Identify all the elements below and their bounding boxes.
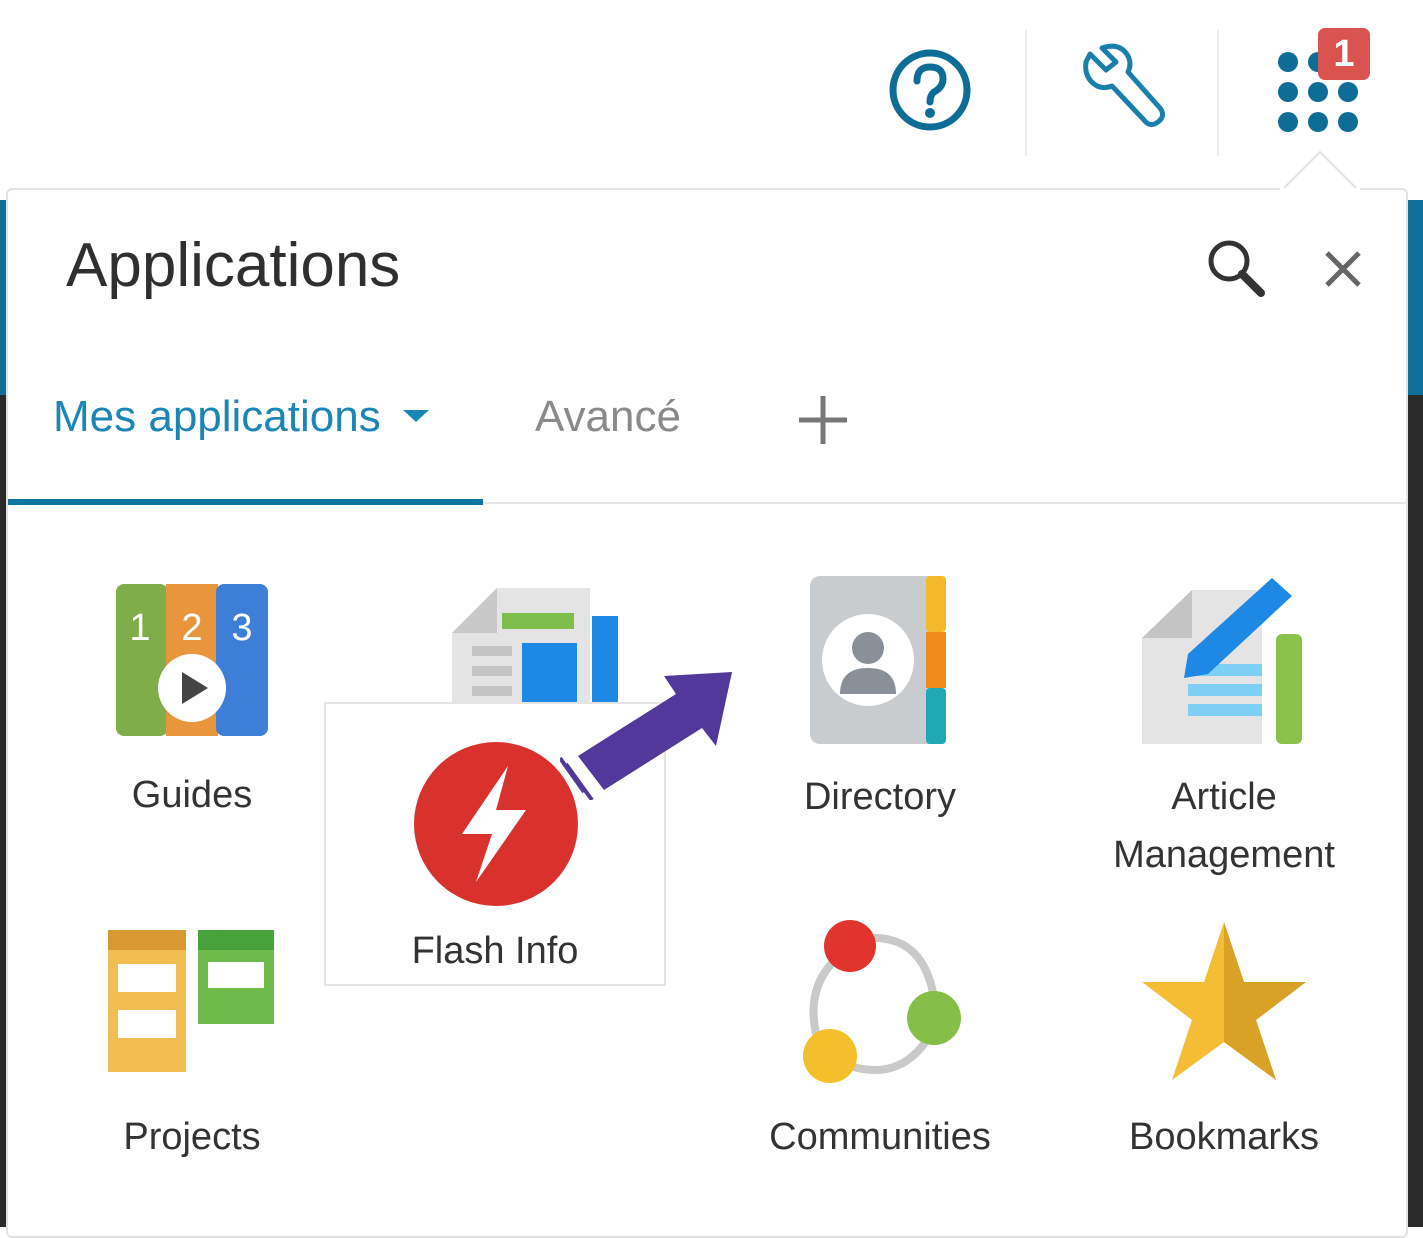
- app-directory[interactable]: Directory: [730, 576, 1030, 826]
- panel-pointer: [1280, 150, 1360, 192]
- help-button[interactable]: [880, 40, 980, 140]
- article-management-icon: [1142, 578, 1302, 744]
- page-background-strip: [1408, 200, 1423, 395]
- tab-mes-applications[interactable]: Mes applications: [53, 392, 429, 442]
- panel-title: Applications: [66, 231, 401, 300]
- top-toolbar: 1: [0, 0, 1423, 190]
- svg-text:2: 2: [181, 607, 202, 649]
- flash-info-icon: [414, 742, 578, 906]
- bookmarks-icon: [1142, 922, 1306, 1080]
- add-tab-button[interactable]: [793, 390, 853, 450]
- active-tab-indicator: [8, 499, 483, 505]
- app-label: Bookmarks: [1128, 1116, 1320, 1158]
- app-article-management[interactable]: Article Management: [1074, 576, 1374, 886]
- guides-icon: 1 2 3: [116, 584, 268, 736]
- app-guides[interactable]: 1 2 3 Guides: [42, 580, 342, 830]
- app-projects[interactable]: Projects: [42, 928, 342, 1188]
- help-circle-icon: [889, 49, 971, 131]
- tab-avance[interactable]: Avancé: [535, 392, 681, 442]
- directory-icon: [810, 576, 946, 744]
- app-tabs: Mes applications Avancé: [8, 380, 1406, 505]
- communities-icon: [803, 920, 961, 1083]
- app-label: Projects: [123, 1116, 261, 1158]
- plus-icon: [799, 396, 847, 444]
- tab-label: Mes applications: [53, 392, 381, 441]
- toolbar-divider: [1217, 30, 1219, 156]
- drag-arrow-icon: [560, 672, 732, 800]
- search-icon: [1208, 240, 1265, 297]
- notification-badge: 1: [1318, 28, 1370, 80]
- projects-icon: [108, 930, 274, 1072]
- app-label: Article: [1171, 776, 1277, 818]
- svg-text:1: 1: [129, 607, 150, 649]
- app-label: Communities: [769, 1116, 991, 1158]
- app-bookmarks[interactable]: Bookmarks: [1074, 918, 1374, 1188]
- app-communities[interactable]: Communities: [730, 918, 1030, 1188]
- settings-button[interactable]: [1074, 40, 1174, 140]
- toolbar-divider: [1025, 30, 1027, 156]
- search-button[interactable]: [1196, 228, 1276, 308]
- app-label-line2: Management: [1113, 834, 1335, 876]
- close-button[interactable]: [1308, 234, 1378, 304]
- chevron-down-icon: [402, 410, 429, 423]
- wrench-icon: [1083, 43, 1166, 128]
- close-icon: [1325, 251, 1361, 287]
- app-label: Directory: [803, 776, 957, 818]
- dragged-app-label: Flash Info: [411, 930, 579, 972]
- page-background-strip: [1408, 395, 1423, 1227]
- app-label: Guides: [131, 774, 253, 816]
- svg-text:3: 3: [231, 607, 252, 649]
